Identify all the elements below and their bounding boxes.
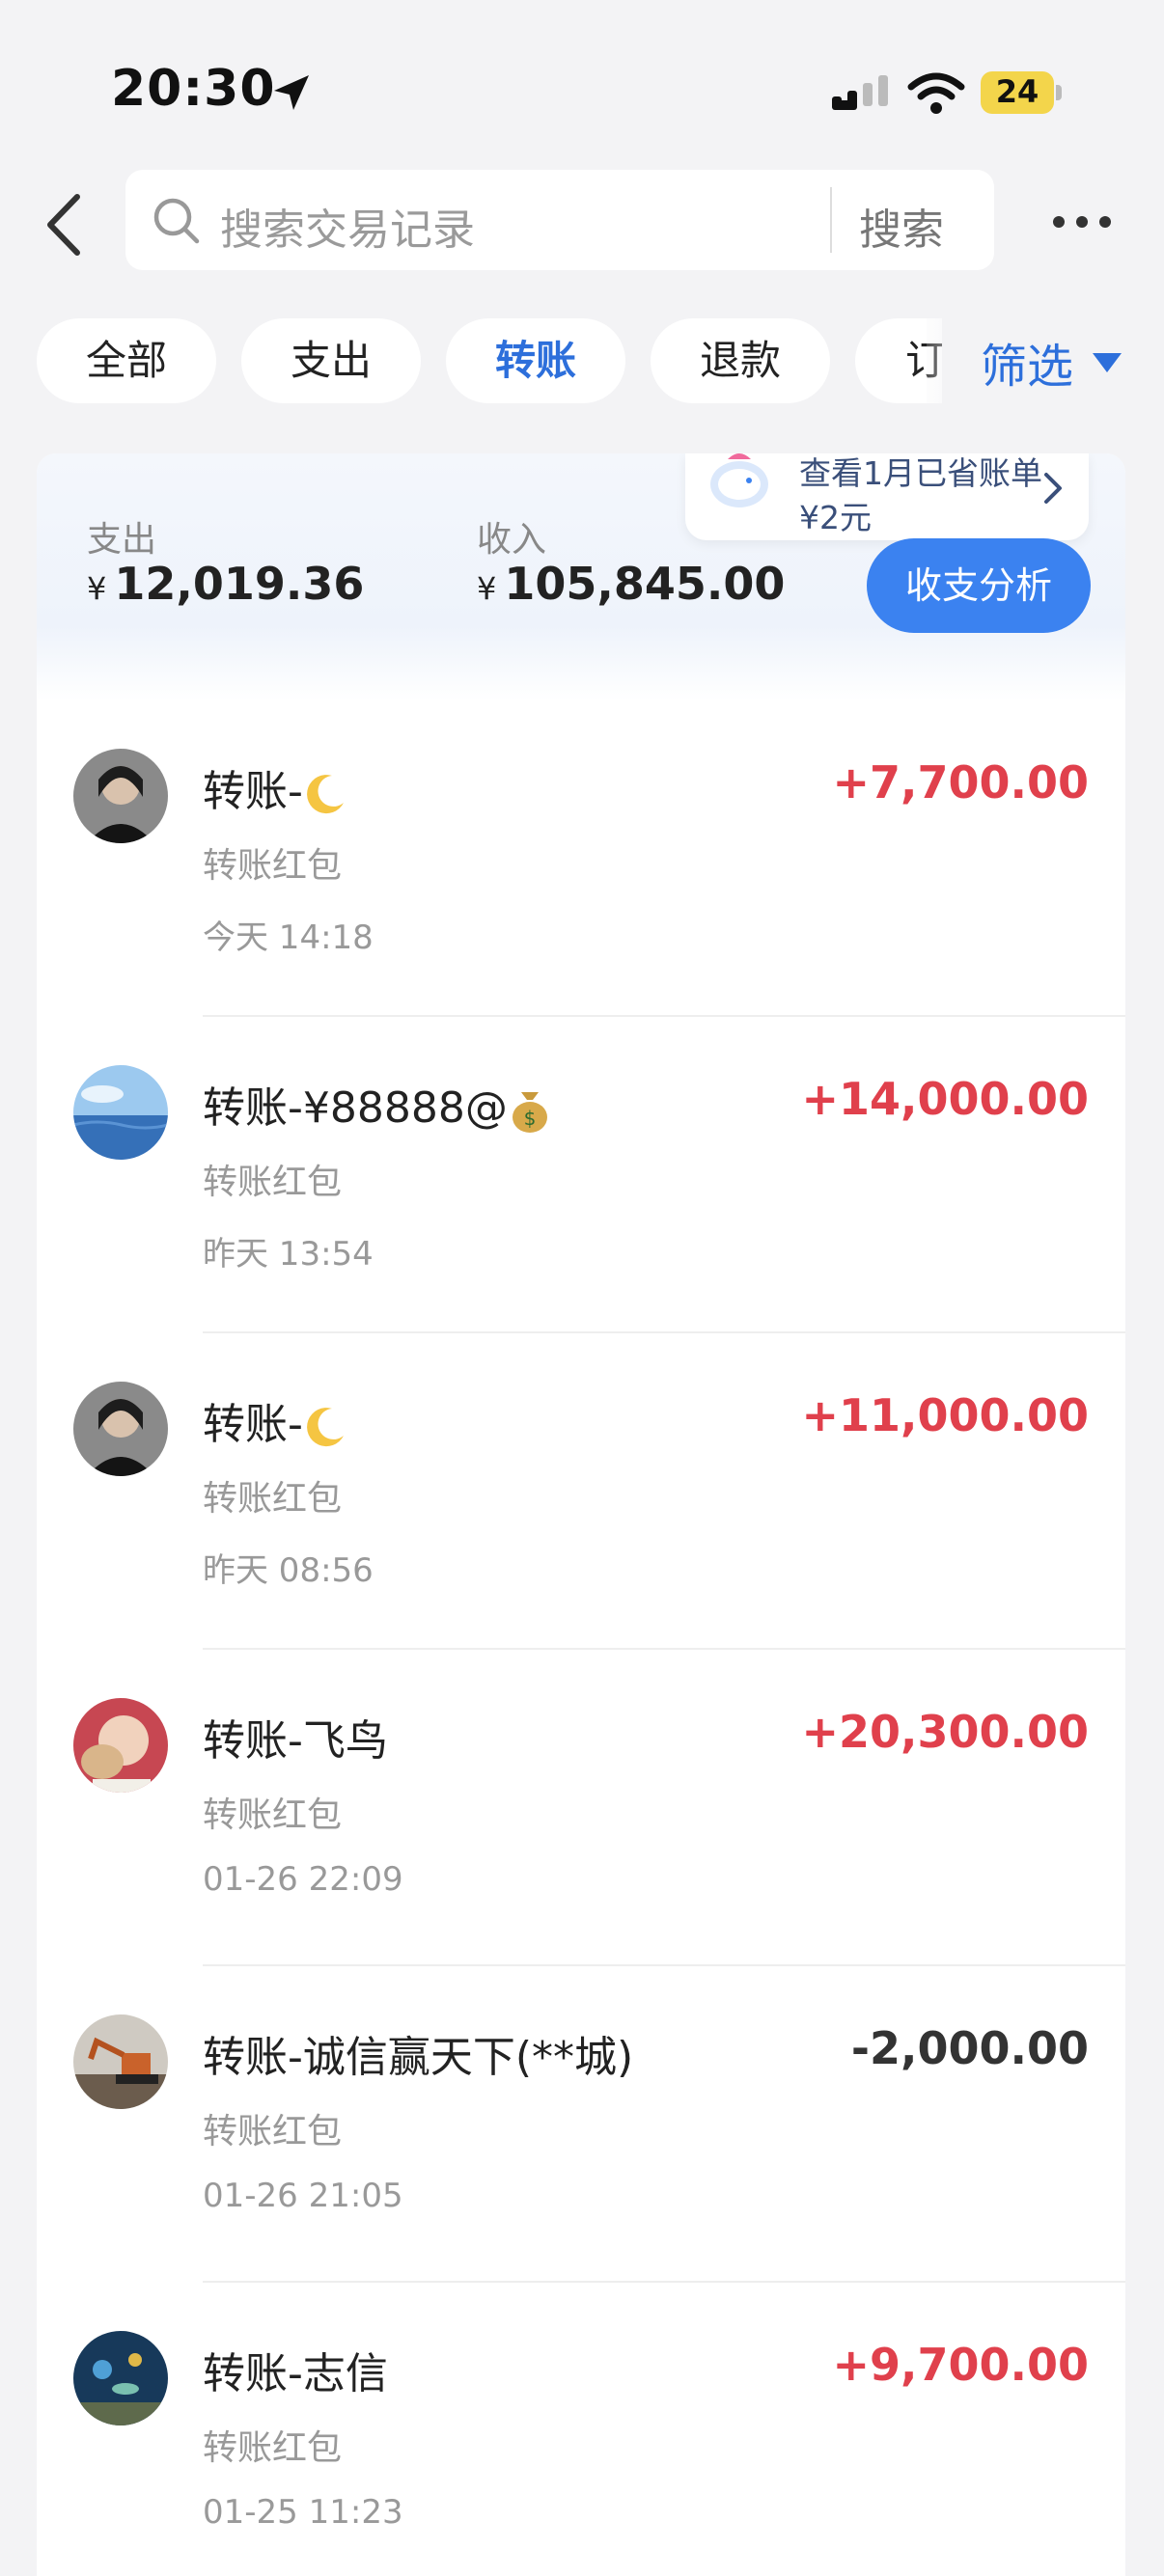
transaction-title: 转账- [203, 756, 347, 818]
more-options-icon[interactable] [1050, 210, 1114, 233]
chip-transfer[interactable]: 转账 [446, 318, 625, 403]
filter-chip-row: 全部 支出 转账 退款 订单 筛选 [0, 318, 1164, 405]
transaction-amount: +14,000.00 [801, 1073, 1089, 1125]
transaction-title: 转账- [203, 1389, 347, 1451]
search-divider [830, 187, 832, 253]
search-icon [153, 198, 200, 244]
nav-bar: 搜索交易记录 搜索 [0, 164, 1164, 280]
transaction-title-text: 转账-飞鸟 [203, 1716, 388, 1766]
expense-label: 支出 [87, 520, 157, 560]
transaction-title: 转账-诚信赢天下(**城) [203, 2022, 633, 2084]
caret-down-icon[interactable] [1091, 351, 1123, 374]
avatar [73, 1065, 168, 1160]
income-currency: ¥ [477, 570, 497, 607]
income-value: ¥105,845.00 [477, 558, 785, 610]
income-label: 收入 [477, 520, 547, 560]
transaction-title-text: 转账-诚信赢天下(**城) [203, 2033, 634, 2082]
transaction-time: 昨天 13:54 [203, 1235, 374, 1274]
transaction-time: 昨天 08:56 [203, 1551, 374, 1590]
transaction-subtitle: 转账红包 [203, 1479, 343, 1519]
search-input[interactable]: 搜索交易记录 搜索 [125, 170, 994, 270]
summary-panel: 支出 ¥12,019.36 收入 ¥105,845.00 查看1月已省账单¥2元… [37, 453, 1125, 700]
transaction-subtitle: 转账红包 [203, 2428, 343, 2468]
chip-refund[interactable]: 退款 [651, 318, 830, 403]
savings-tooltip[interactable]: 查看1月已省账单¥2元 [685, 453, 1089, 540]
transaction-amount: +20,300.00 [801, 1706, 1089, 1758]
back-chevron-icon[interactable] [39, 191, 97, 259]
chip-all[interactable]: 全部 [37, 318, 216, 403]
avatar [73, 2331, 168, 2425]
transaction-title-text: 转账- [203, 1400, 303, 1449]
expense-currency: ¥ [87, 570, 107, 607]
transaction-row[interactable]: 转账-诚信赢天下(**城) 转账红包 01-26 21:05 -2,000.00 [37, 1966, 1125, 2283]
location-arrow-icon [274, 75, 309, 110]
transaction-title: 转账-飞鸟 [203, 1706, 388, 1768]
transaction-time: 01-25 11:23 [203, 2493, 403, 2532]
transaction-amount: +11,000.00 [801, 1389, 1089, 1441]
transaction-amount: +7,700.00 [832, 756, 1089, 808]
search-placeholder: 搜索交易记录 [220, 206, 475, 255]
moon-icon [303, 1400, 347, 1449]
status-time: 20:30 [111, 60, 276, 118]
transaction-amount: +9,700.00 [832, 2339, 1089, 2391]
transaction-title: 转账-志信 [203, 2339, 388, 2400]
transaction-row[interactable]: 转账-飞鸟转账红包 01-26 22:09 +20,300.00 [37, 1650, 1125, 1966]
transaction-time: 今天 14:18 [203, 918, 374, 957]
filter-button[interactable]: 筛选 [981, 328, 1073, 396]
status-bar: 20:30 24 [0, 0, 1164, 145]
transaction-title-text: 转账-¥88888@ [203, 1083, 508, 1133]
expense-amount: 12,019.36 [114, 558, 365, 610]
transaction-subtitle: 转账红包 [203, 846, 343, 886]
chevron-right-icon[interactable] [1040, 471, 1066, 506]
cellular-signal-icon [832, 75, 888, 110]
transaction-time: 01-26 22:09 [203, 1860, 403, 1899]
transaction-row[interactable]: 转账- 转账红包昨天 08:56 +11,000.00 [37, 1333, 1125, 1650]
transaction-time: 01-26 21:05 [203, 2177, 403, 2215]
transaction-subtitle: 转账红包 [203, 1163, 343, 1202]
income-amount: 105,845.00 [504, 558, 786, 610]
wifi-icon [907, 72, 965, 114]
transaction-row[interactable]: 转账-¥88888@ $ 转账红包昨天 13:54 +14,000.00 [37, 1017, 1125, 1333]
transaction-title-text: 转账-志信 [203, 2349, 388, 2398]
transaction-subtitle: 转账红包 [203, 1795, 343, 1835]
avatar [73, 2014, 168, 2109]
avatar [73, 1382, 168, 1476]
transaction-amount: -2,000.00 [850, 2022, 1089, 2074]
tooltip-text: 查看1月已省账单¥2元 [799, 454, 1042, 536]
transaction-row[interactable]: 转账-志信转账红包 01-25 11:23 +9,700.00 [37, 2283, 1125, 2576]
battery-level: 24 [995, 73, 1039, 110]
battery-indicator: 24 [981, 71, 1062, 114]
money-bag-icon: $ [508, 1083, 552, 1133]
avatar [73, 1698, 168, 1793]
svg-text:$: $ [523, 1107, 536, 1130]
chip-expense[interactable]: 支出 [241, 318, 421, 403]
expense-value: ¥12,019.36 [87, 558, 364, 610]
search-button[interactable]: 搜索 [859, 195, 944, 257]
transaction-row[interactable]: 转账- 转账红包今天 14:18 +7,700.00 [37, 700, 1125, 1017]
piggy-bank-icon [710, 453, 768, 507]
transaction-title-text: 转账- [203, 767, 303, 816]
transaction-subtitle: 转账红包 [203, 2112, 343, 2151]
transaction-card: 支出 ¥12,019.36 收入 ¥105,845.00 查看1月已省账单¥2元… [37, 453, 1125, 2576]
transaction-title: 转账-¥88888@ $ [203, 1073, 552, 1135]
moon-icon [303, 767, 347, 816]
avatar [73, 749, 168, 843]
analysis-button[interactable]: 收支分析 [867, 538, 1091, 633]
